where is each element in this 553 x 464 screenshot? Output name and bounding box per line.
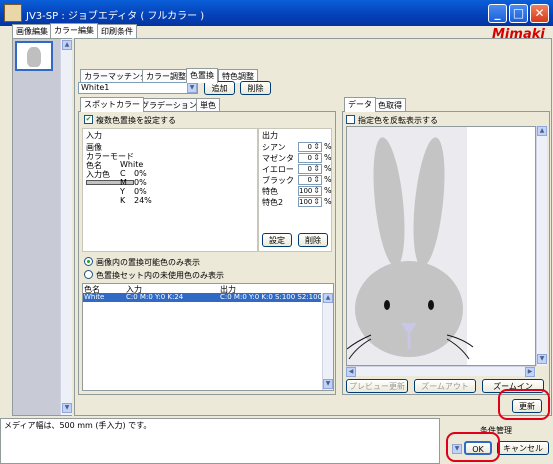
- output-header: 出力: [262, 131, 278, 140]
- tab-single-color[interactable]: 単色: [196, 98, 220, 112]
- preview-hscroll[interactable]: ◀ ▶: [346, 366, 536, 377]
- cmyk-k-label: K: [120, 196, 126, 205]
- cmyk-c-label: C: [120, 169, 126, 178]
- multi-replace-label: 複数色置換を設定する: [96, 116, 176, 125]
- maximize-icon[interactable]: □: [509, 4, 528, 23]
- refresh-highlight: [498, 389, 550, 420]
- close-icon[interactable]: ✕: [530, 4, 549, 23]
- zoom-out-button[interactable]: ズームアウト: [414, 379, 476, 393]
- row-input: C:0 M:0 Y:0 K:24: [126, 293, 184, 301]
- invert-checkbox[interactable]: [346, 115, 355, 124]
- cmyk-y-label: Y: [120, 187, 125, 196]
- radio-replaceable-only[interactable]: [84, 257, 93, 266]
- output-magenta-label: マゼンタ: [262, 154, 294, 163]
- output-spot-label: 特色: [262, 187, 278, 196]
- multi-replace-checkbox[interactable]: ✔: [84, 115, 93, 124]
- tab-color-adjust[interactable]: カラー調整: [142, 69, 190, 83]
- cmyk-y-value: 0%: [134, 187, 147, 196]
- app-icon: [4, 4, 22, 22]
- invert-label: 指定色を反転表示する: [358, 116, 438, 125]
- preview-update-button[interactable]: プレビュー更新: [346, 379, 408, 393]
- cmyk-c-value: 0%: [134, 169, 147, 178]
- tab-color-edit[interactable]: カラー編集: [50, 23, 98, 38]
- preview-vscroll[interactable]: ▲ ▼: [536, 126, 547, 366]
- output-spot2-unit: %: [324, 197, 332, 206]
- radio-unused-label: 色置換セット内の未使用色のみ表示: [96, 271, 224, 280]
- output-yellow-label: イエロー: [262, 165, 294, 174]
- add-button[interactable]: 追加: [204, 81, 235, 95]
- thumbnail-rabbit: [27, 47, 41, 67]
- output-yellow-spin[interactable]: 0: [298, 164, 322, 174]
- status-message: メディア幅は、500 mm (手入力) です。: [4, 421, 152, 430]
- cmyk-k-value: 24%: [134, 196, 152, 205]
- output-cyan-label: シアン: [262, 143, 286, 152]
- thumbnail-panel: ▲ ▼: [12, 38, 72, 416]
- output-spot-unit: %: [324, 186, 332, 195]
- output-magenta-unit: %: [324, 153, 332, 162]
- preview-canvas[interactable]: [346, 126, 536, 366]
- preview-scroll-up-icon[interactable]: ▲: [537, 126, 547, 136]
- tab-color-pick[interactable]: 色取得: [374, 98, 406, 112]
- output-spot2-spin[interactable]: 100: [298, 197, 322, 207]
- preview-scroll-down-icon[interactable]: ▼: [537, 354, 547, 364]
- thumbnail[interactable]: [15, 41, 53, 71]
- output-cyan-unit: %: [324, 142, 332, 151]
- output-spot2-label: 特色2: [262, 198, 284, 207]
- preview-scroll-right-icon[interactable]: ▶: [525, 367, 535, 377]
- input-header: 入力: [86, 131, 102, 140]
- thumbnail-scrollbar[interactable]: ▲ ▼: [60, 39, 72, 415]
- row-output: C:0 M:0 Y:0 K:0 S:100 S2:100: [220, 293, 323, 301]
- input-group: [82, 128, 258, 252]
- input-color-label: 入力色: [86, 170, 110, 179]
- row-name: White: [84, 293, 105, 301]
- cancel-button[interactable]: キャンセル: [497, 441, 549, 455]
- delete-set-button[interactable]: 削除: [240, 81, 271, 95]
- tab-gradation[interactable]: グラデーション: [137, 98, 201, 112]
- cmyk-m-label: M: [120, 178, 127, 187]
- color-name-value: White: [120, 160, 144, 169]
- tab-print-conditions[interactable]: 印刷条件: [97, 24, 137, 38]
- output-black-label: ブラック: [262, 176, 294, 185]
- output-spot-spin[interactable]: 100: [298, 186, 322, 196]
- preview-scroll-left-icon[interactable]: ◀: [346, 367, 356, 377]
- scroll-down-icon[interactable]: ▼: [62, 403, 72, 413]
- table-scroll-down-icon[interactable]: ▼: [323, 379, 333, 389]
- output-yellow-unit: %: [324, 164, 332, 173]
- output-black-unit: %: [324, 175, 332, 184]
- scroll-up-icon[interactable]: ▲: [62, 40, 72, 50]
- window-title: JV3-SP : ジョブエディタ ( フルカラー ): [26, 11, 205, 22]
- radio-replaceable-label: 画像内の置換可能色のみ表示: [96, 258, 200, 267]
- table-row[interactable]: White C:0 M:0 Y:0 K:24 C:0 M:0 Y:0 K:0 S…: [83, 293, 323, 302]
- tab-color-replace[interactable]: 色置換: [186, 68, 218, 83]
- cmyk-m-value: 0%: [134, 178, 147, 187]
- tab-data[interactable]: データ: [344, 97, 376, 112]
- set-button[interactable]: 設定: [262, 233, 292, 247]
- color-set-select[interactable]: White1 ▼: [78, 82, 198, 94]
- tab-image-edit[interactable]: 画像編集: [12, 24, 52, 38]
- tab-spot-color[interactable]: スポットカラー: [80, 97, 144, 112]
- radio-unused-only[interactable]: [84, 270, 93, 279]
- output-delete-button[interactable]: 削除: [298, 233, 328, 247]
- minimize-icon[interactable]: _: [488, 4, 507, 23]
- output-magenta-spin[interactable]: 0: [298, 153, 322, 163]
- output-cyan-spin[interactable]: 0: [298, 142, 322, 152]
- table-scrollbar[interactable]: ▲ ▼: [322, 293, 333, 390]
- output-black-spin[interactable]: 0: [298, 175, 322, 185]
- table-scroll-up-icon[interactable]: ▲: [323, 293, 333, 303]
- ok-highlight: [446, 432, 500, 462]
- color-set-value: White1: [81, 83, 110, 92]
- rabbit-illustration: [347, 137, 474, 360]
- chevron-down-icon[interactable]: ▼: [187, 83, 197, 93]
